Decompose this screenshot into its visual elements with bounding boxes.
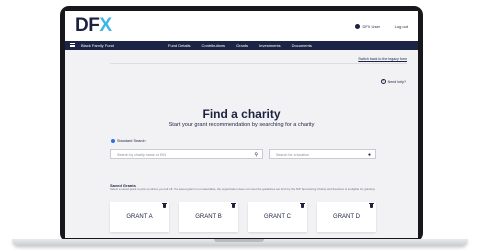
page-title: Find a charity [202, 107, 281, 121]
trash-icon[interactable] [369, 203, 374, 208]
saved-grant-card-d[interactable]: GRANT D [317, 202, 376, 232]
charity-search-input[interactable]: Search by charity name or EIN ⚲ [110, 149, 263, 159]
tab-grants[interactable]: Grants [236, 43, 248, 48]
logout-link[interactable]: Log out [395, 24, 408, 29]
logo-letter-d: D [75, 15, 89, 36]
location-search-input[interactable]: Search for a location ● [269, 149, 376, 159]
hamburger-menu-icon[interactable] [70, 43, 75, 47]
trash-icon[interactable] [231, 203, 236, 208]
logo-letter-f: F [88, 15, 100, 36]
tab-investments[interactable]: Investments [259, 43, 281, 48]
nav-tabs: Fund Details Contributions Grants Invest… [168, 43, 312, 48]
tab-fund-details[interactable]: Fund Details [168, 43, 190, 48]
saved-grant-card-a[interactable]: GRANT A [110, 202, 169, 232]
charity-search-placeholder: Search by charity name or EIN [117, 152, 166, 157]
dfx-logo[interactable]: DFX [75, 16, 112, 36]
header: DFX DFX User Log out [65, 11, 418, 41]
tab-contributions[interactable]: Contributions [201, 43, 225, 48]
location-search-placeholder: Search for a location [276, 152, 309, 157]
standard-search-option[interactable]: Standard Search [111, 139, 146, 143]
search-icon[interactable]: ⚲ [254, 152, 258, 158]
saved-grant-card-b[interactable]: GRANT B [179, 202, 238, 232]
need-help-button[interactable]: ? Need help? [380, 79, 406, 84]
tab-documents[interactable]: Documents [292, 43, 312, 48]
saved-grant-label: GRANT B [195, 214, 222, 220]
app-screen: DFX DFX User Log out Black Family Fund F… [65, 11, 418, 238]
saved-grant-label: GRANT C [264, 214, 291, 220]
trash-icon[interactable] [162, 203, 167, 208]
saved-grant-label: GRANT D [333, 214, 360, 220]
saved-grants-description: Select a saved grant to pick up where yo… [110, 187, 376, 191]
fund-name[interactable]: Black Family Fund [81, 43, 114, 48]
trash-icon[interactable] [300, 203, 305, 208]
page-subtitle: Start your grant recommendation by searc… [168, 122, 315, 128]
help-icon: ? [380, 79, 386, 84]
user-icon [355, 24, 361, 29]
laptop-notch [214, 239, 264, 242]
divider [110, 63, 407, 64]
saved-grant-card-c[interactable]: GRANT C [248, 202, 307, 232]
user-name: DFX User [362, 24, 380, 29]
radio-selected-icon[interactable] [111, 139, 115, 143]
location-pin-icon[interactable]: ● [368, 152, 371, 158]
user-menu[interactable]: DFX User [355, 24, 380, 29]
main-nav: Black Family Fund Fund Details Contribut… [65, 41, 418, 50]
logo-letter-x: X [99, 15, 112, 36]
saved-grant-label: GRANT A [126, 214, 153, 220]
need-help-label: Need help? [387, 79, 406, 84]
standard-search-label: Standard Search [117, 139, 146, 143]
legacy-form-link[interactable]: Switch back to the legacy form [358, 57, 407, 61]
